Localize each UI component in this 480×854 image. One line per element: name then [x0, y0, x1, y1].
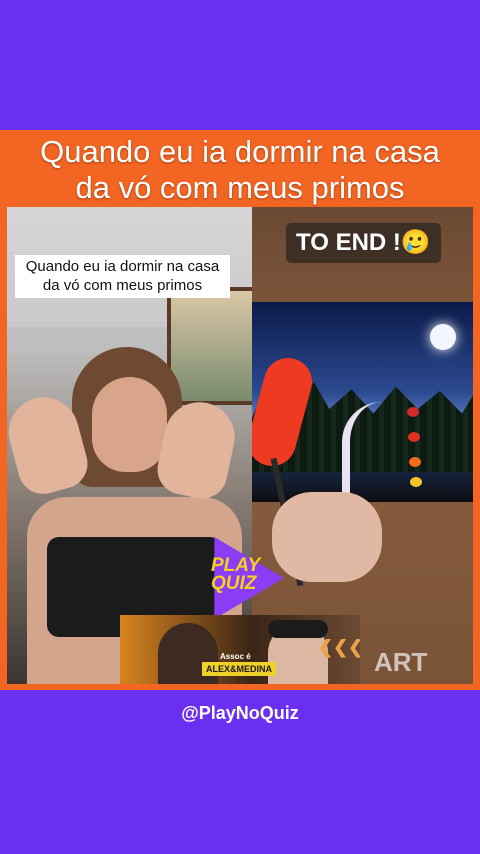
art-watermark: ART: [374, 647, 428, 677]
painter-hand: [272, 492, 382, 582]
banner-small-text: Assoc é: [220, 652, 251, 661]
to-end-text: TO END !: [296, 229, 401, 256]
paint-dot: [409, 457, 421, 467]
headline-line1: Quando eu ia dormir na casa: [40, 134, 440, 169]
chevron-left-icon: ❮❮❮: [318, 637, 360, 657]
moon-image: [430, 324, 456, 350]
ad-banner[interactable]: ❮❮❮ Assoc é ALEX&MEDINA: [120, 615, 360, 684]
headline-line2: da vó com meus primos: [75, 170, 405, 205]
smiling-tear-emoji-icon: 🥲: [400, 229, 431, 256]
person-face: [92, 377, 167, 472]
caption-box: Quando eu ia dormir na casa da vó com me…: [15, 255, 230, 298]
paint-dot: [410, 477, 422, 487]
road-image: [342, 402, 410, 502]
to-end-overlay: TO END !🥲: [286, 223, 441, 263]
paint-dot: [408, 432, 420, 442]
headline: Quando eu ia dormir na casa da vó com me…: [0, 131, 480, 207]
singer-hat: [268, 620, 328, 638]
logo-line2: QUIZ: [211, 573, 257, 594]
video-player[interactable]: Quando eu ia dormir na casa da vó com me…: [7, 207, 473, 684]
caption-line2: da vó com meus primos: [42, 277, 203, 294]
paint-dot: [407, 407, 419, 417]
account-handle[interactable]: @PlayNoQuiz: [0, 703, 480, 724]
right-video-panel: TO END !🥲 ART: [252, 207, 473, 684]
caption-line1: Quando eu ia dormir na casa: [25, 258, 220, 275]
logo-text: PLAY QUIZ: [211, 556, 281, 594]
banner-name: ALEX&MEDINA: [202, 662, 277, 676]
